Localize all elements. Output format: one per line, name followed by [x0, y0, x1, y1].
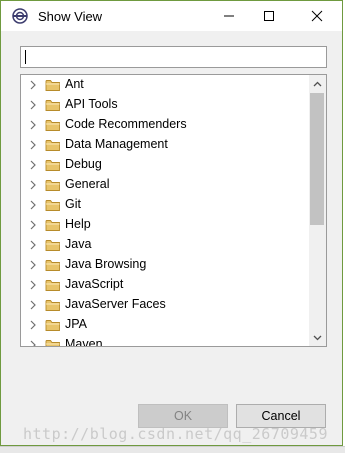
tree-item[interactable]: Java Browsing	[21, 255, 308, 275]
folder-icon	[45, 200, 60, 211]
tree-item[interactable]: JPA	[21, 315, 308, 335]
tree-item-label: Debug	[65, 157, 102, 171]
close-button[interactable]	[294, 1, 340, 31]
tree-item-label: JavaServer Faces	[65, 297, 166, 311]
scroll-up-button[interactable]	[309, 75, 326, 92]
chevron-right-icon[interactable]	[28, 180, 38, 190]
chevron-right-icon[interactable]	[28, 120, 38, 130]
chevron-right-icon[interactable]	[28, 240, 38, 250]
tree-item-label: JavaScript	[65, 277, 124, 291]
text-cursor	[25, 50, 26, 64]
chevron-right-icon[interactable]	[28, 220, 38, 230]
minimize-icon	[224, 15, 234, 17]
chevron-right-icon[interactable]	[28, 260, 38, 270]
chevron-right-icon[interactable]	[28, 160, 38, 170]
tree-item[interactable]: Help	[21, 215, 308, 235]
chevron-down-icon	[313, 335, 322, 340]
folder-icon	[45, 80, 60, 91]
scroll-thumb[interactable]	[310, 93, 324, 225]
tree-item[interactable]: JavaServer Faces	[21, 295, 308, 315]
tree-item[interactable]: JavaScript	[21, 275, 308, 295]
tree-item[interactable]: Maven	[21, 335, 308, 347]
tree-item[interactable]: Debug	[21, 155, 308, 175]
tree-item-label: Ant	[65, 77, 84, 91]
tree-item-label: Maven	[65, 337, 103, 347]
chevron-right-icon[interactable]	[28, 300, 38, 310]
chevron-right-icon[interactable]	[28, 320, 38, 330]
chevron-right-icon[interactable]	[28, 80, 38, 90]
tree-item[interactable]: General	[21, 175, 308, 195]
maximize-icon	[264, 11, 274, 21]
tree-item[interactable]: Java	[21, 235, 308, 255]
filter-input[interactable]	[20, 46, 327, 68]
folder-icon	[45, 260, 60, 271]
window-title: Show View	[38, 9, 103, 24]
tree-item-label: Help	[65, 217, 91, 231]
folder-icon	[45, 240, 60, 251]
tree-item[interactable]: Git	[21, 195, 308, 215]
folder-icon	[45, 120, 60, 131]
tree-item-label: Code Recommenders	[65, 117, 187, 131]
tree-item-label: Java Browsing	[65, 257, 147, 271]
close-icon	[311, 10, 323, 22]
chevron-right-icon[interactable]	[28, 340, 38, 347]
folder-icon	[45, 160, 60, 171]
tree-item[interactable]: Code Recommenders	[21, 115, 308, 135]
chevron-up-icon	[313, 81, 322, 86]
chevron-right-icon[interactable]	[28, 280, 38, 290]
folder-icon	[45, 180, 60, 191]
tree-item-label: API Tools	[65, 97, 118, 111]
folder-icon	[45, 340, 60, 346]
eclipse-view-icon	[12, 8, 28, 24]
folder-icon	[45, 220, 60, 231]
tree-item-label: JPA	[65, 317, 87, 331]
tree-item[interactable]: Data Management	[21, 135, 308, 155]
tree-item-label: Git	[65, 197, 81, 211]
chevron-right-icon[interactable]	[28, 100, 38, 110]
tree-item-label: Data Management	[65, 137, 168, 151]
tree-item[interactable]: Ant	[21, 75, 308, 95]
view-tree[interactable]: Ant API Tools Code Recommenders Data Manage…	[20, 74, 327, 347]
vertical-scrollbar[interactable]	[309, 75, 326, 346]
folder-icon	[45, 280, 60, 291]
folder-icon	[45, 140, 60, 151]
chevron-right-icon[interactable]	[28, 140, 38, 150]
maximize-button[interactable]	[246, 1, 292, 31]
tree-item[interactable]: API Tools	[21, 95, 308, 115]
folder-icon	[45, 300, 60, 311]
chevron-right-icon[interactable]	[28, 200, 38, 210]
folder-icon	[45, 100, 60, 111]
scroll-down-button[interactable]	[309, 329, 326, 346]
watermark: http://blog.csdn.net/qq_26709459	[23, 425, 328, 443]
folder-icon	[45, 320, 60, 331]
tree-item-label: Java	[65, 237, 92, 251]
show-view-dialog: Show View Ant API Tools Code Recommenders D…	[0, 0, 343, 446]
tree-item-label: General	[65, 177, 110, 191]
title-bar[interactable]: Show View	[1, 1, 342, 31]
